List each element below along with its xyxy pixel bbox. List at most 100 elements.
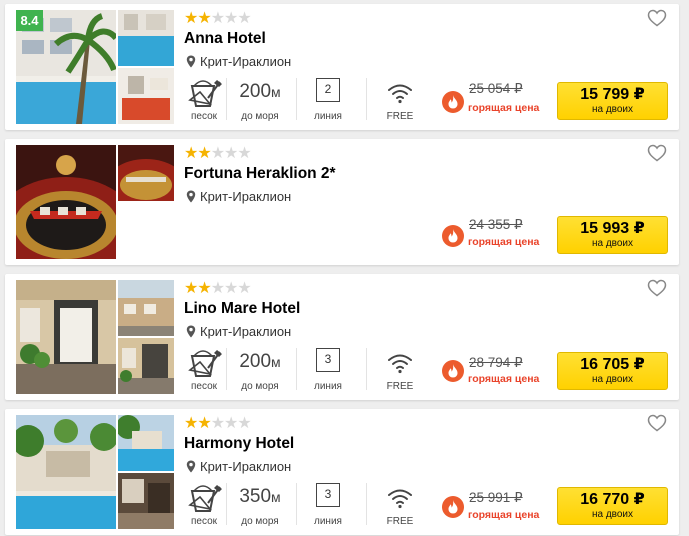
hotel-main-photo[interactable]	[16, 145, 116, 259]
sand-bucket-icon	[188, 350, 222, 377]
fire-icon	[442, 91, 464, 113]
star-icon: ★	[197, 415, 211, 432]
sand-bucket-icon	[188, 80, 222, 107]
wifi-feature: FREE	[378, 76, 422, 122]
sea-distance-label: до моря	[241, 516, 279, 527]
hotel-thumb-photo[interactable]	[118, 145, 174, 201]
hotel-thumb-photo[interactable]	[118, 473, 174, 529]
hotel-name[interactable]: Lino Mare Hotel	[184, 300, 300, 318]
hotel-card[interactable]: 8.4 ★★★★★ Anna Hotel Крит-Ираклион песок…	[5, 4, 679, 130]
price-note: на двоих	[591, 238, 634, 249]
wifi-icon	[388, 354, 412, 374]
beach-line: 2 линия	[306, 76, 350, 122]
star-rating: ★★★★★	[184, 10, 252, 27]
hotel-location: Крит-Ираклион	[186, 324, 291, 339]
hotel-location: Крит-Ираклион	[186, 459, 291, 474]
map-pin-icon	[186, 460, 196, 473]
location-label: Крит-Ираклион	[200, 459, 292, 474]
price-amount: 16 705 ₽	[580, 356, 645, 373]
distance-to-sea: 200м до моря	[230, 346, 290, 392]
star-icon: ★	[224, 415, 238, 432]
star-icon: ★	[184, 145, 198, 162]
star-rating: ★★★★★	[184, 280, 252, 297]
price-amount: 16 770 ₽	[580, 491, 645, 508]
star-icon: ★	[197, 145, 211, 162]
hotel-thumb-photo[interactable]	[118, 10, 174, 66]
sea-distance-unit: м	[271, 354, 281, 370]
wifi-label: FREE	[386, 111, 414, 122]
price-note: на двоих	[591, 509, 634, 520]
price-amount: 15 799 ₽	[580, 86, 645, 103]
hotel-name[interactable]: Harmony Hotel	[184, 435, 294, 453]
hotel-thumb-photo[interactable]	[118, 415, 174, 471]
sea-distance-unit: м	[271, 84, 281, 100]
price-note: на двоих	[591, 374, 634, 385]
hotel-location: Крит-Ираклион	[186, 189, 291, 204]
distance-to-sea: 200м до моря	[230, 76, 290, 122]
hotel-name[interactable]: Fortuna Heraklion 2*	[184, 165, 336, 183]
hot-price-label: горящая цена	[468, 373, 540, 385]
sea-distance-value: 350	[239, 486, 272, 507]
beach-line: 3 линия	[306, 346, 350, 392]
wifi-feature: FREE	[378, 346, 422, 392]
star-icon: ★	[237, 280, 251, 297]
heart-icon[interactable]	[647, 279, 667, 297]
heart-icon[interactable]	[647, 9, 667, 27]
price-button[interactable]: 16 770 ₽ на двоих	[557, 487, 668, 525]
location-label: Крит-Ираклион	[200, 324, 292, 339]
hot-price-label: горящая цена	[468, 236, 540, 248]
old-price: 25 054 ₽	[469, 81, 523, 96]
star-icon: ★	[210, 10, 225, 27]
map-pin-icon	[186, 190, 196, 203]
sea-distance-unit: м	[271, 489, 281, 505]
wifi-label: FREE	[386, 381, 414, 392]
price-button[interactable]: 15 993 ₽ на двоих	[557, 216, 668, 254]
star-icon: ★	[224, 10, 238, 27]
star-icon: ★	[184, 415, 198, 432]
fire-icon	[442, 225, 464, 247]
hotel-thumb-photo[interactable]	[118, 338, 174, 394]
old-price: 24 355 ₽	[469, 217, 523, 232]
sea-distance-label: до моря	[241, 381, 279, 392]
old-price: 28 794 ₽	[469, 355, 523, 370]
star-icon: ★	[197, 10, 211, 27]
star-icon: ★	[210, 280, 225, 297]
hotel-main-photo[interactable]	[16, 415, 116, 529]
line-number: 3	[316, 348, 340, 372]
beach-line: 3 линия	[306, 481, 350, 527]
hotel-thumb-photo[interactable]	[118, 68, 174, 124]
fire-icon	[442, 496, 464, 518]
heart-icon[interactable]	[647, 414, 667, 432]
hotel-thumb-photo[interactable]	[118, 280, 174, 336]
beach-label: песок	[190, 516, 218, 527]
map-pin-icon	[186, 325, 196, 338]
star-icon: ★	[184, 10, 198, 27]
star-icon: ★	[210, 145, 225, 162]
hotel-card[interactable]: ★★★★★ Harmony Hotel Крит-Ираклион песок …	[5, 409, 679, 535]
heart-icon[interactable]	[647, 144, 667, 162]
star-icon: ★	[224, 280, 238, 297]
price-amount: 15 993 ₽	[580, 220, 645, 237]
sea-distance-value: 200	[239, 351, 272, 372]
beach-type: песок	[184, 76, 224, 122]
price-note: на двоих	[591, 104, 634, 115]
sea-distance-value: 200	[239, 81, 272, 102]
fire-icon	[442, 360, 464, 382]
hot-price-label: горящая цена	[468, 102, 540, 114]
distance-to-sea: 350м до моря	[230, 481, 290, 527]
line-label: линия	[314, 516, 342, 527]
hot-price-label: горящая цена	[468, 509, 540, 521]
star-icon: ★	[197, 280, 211, 297]
hotel-card[interactable]: ★★★★★ Fortuna Heraklion 2* Крит-Ираклион…	[5, 139, 679, 265]
hotel-name[interactable]: Anna Hotel	[184, 30, 266, 48]
wifi-icon	[388, 489, 412, 509]
location-label: Крит-Ираклион	[200, 189, 292, 204]
hotel-main-photo[interactable]	[16, 280, 116, 394]
sea-distance-label: до моря	[241, 111, 279, 122]
hotel-card[interactable]: ★★★★★ Lino Mare Hotel Крит-Ираклион песо…	[5, 274, 679, 400]
star-icon: ★	[237, 10, 251, 27]
price-button[interactable]: 15 799 ₽ на двоих	[557, 82, 668, 120]
price-button[interactable]: 16 705 ₽ на двоих	[557, 352, 668, 390]
line-label: линия	[314, 111, 342, 122]
old-price: 25 991 ₽	[469, 490, 523, 505]
